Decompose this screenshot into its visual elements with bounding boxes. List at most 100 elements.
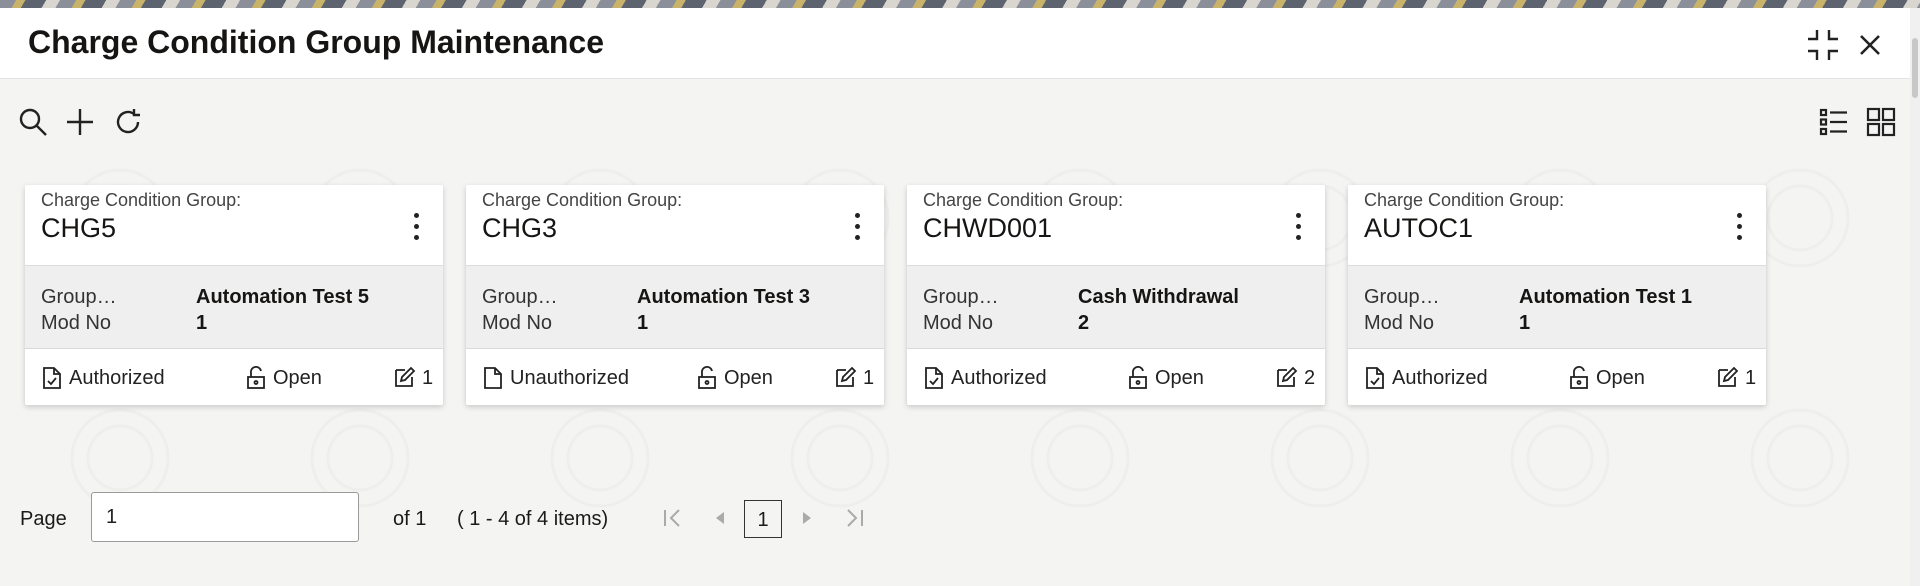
mod-count: 1 [392, 366, 433, 390]
card-header: Charge Condition Group: CHG5 [25, 185, 443, 266]
page-label: Page [20, 508, 67, 530]
next-page-icon[interactable] [793, 504, 821, 532]
page-total: of 1 [393, 508, 427, 530]
top-banner [0, 0, 1920, 8]
current-page-button[interactable]: 1 [744, 500, 782, 538]
mod-value: 2 [1078, 312, 1090, 334]
close-icon[interactable] [1853, 28, 1887, 62]
auth-status: Unauthorized [482, 366, 629, 390]
card-header: Charge Condition Group: CHG3 [466, 185, 884, 266]
auth-status-text: Authorized [69, 366, 165, 389]
mod-count: 1 [833, 366, 874, 390]
edit-icon [395, 366, 416, 387]
mod-count-text: 1 [863, 366, 875, 389]
mod-key: Mod No [41, 312, 112, 334]
auth-status-text: Unauthorized [510, 366, 629, 389]
card-details: Group… Automation Test 3 Mod No 1 [466, 266, 884, 349]
card-code: CHG5 [41, 213, 117, 243]
more-options-icon[interactable] [852, 213, 862, 243]
edit-icon [836, 366, 857, 387]
previous-page-icon[interactable] [706, 504, 734, 532]
document-icon [1366, 367, 1384, 389]
mod-value: 1 [1519, 312, 1531, 334]
group-value: Automation Test 5 [196, 286, 369, 308]
unlock-icon [698, 366, 716, 389]
mod-key: Mod No [1364, 312, 1435, 334]
list-view-icon[interactable] [1818, 106, 1850, 138]
auth-status: Authorized [41, 366, 165, 390]
record-status-text: Open [1155, 366, 1204, 389]
card-status-bar: Authorized Open 2 [907, 349, 1325, 405]
refresh-icon[interactable] [112, 106, 144, 138]
group-key: Group… [482, 286, 558, 308]
card-label: Charge Condition Group: [482, 190, 683, 210]
edit-icon [1718, 366, 1739, 387]
card-status-bar: Authorized Open 1 [25, 349, 443, 405]
unlock-icon [1129, 366, 1147, 389]
mod-key: Mod No [923, 312, 994, 334]
edit-icon [1277, 366, 1298, 387]
more-options-icon[interactable] [1293, 213, 1303, 243]
more-options-icon[interactable] [411, 213, 421, 243]
items-count: ( 1 - 4 of 4 items) [457, 508, 609, 530]
last-page-icon[interactable] [840, 504, 868, 532]
page-input[interactable] [91, 492, 359, 542]
mod-count-text: 1 [1745, 366, 1757, 389]
document-icon [925, 367, 943, 389]
mod-count: 2 [1274, 366, 1315, 390]
card-status-bar: Unauthorized Open 1 [466, 349, 884, 405]
record-status: Open [245, 366, 322, 390]
auth-status-text: Authorized [1392, 366, 1488, 389]
card-code: AUTOC1 [1364, 213, 1474, 243]
record-card[interactable]: Charge Condition Group: AUTOC1 Group… Au… [1348, 185, 1766, 405]
card-code: CHG3 [482, 213, 558, 243]
card-label: Charge Condition Group: [1364, 190, 1565, 210]
record-card[interactable]: Charge Condition Group: CHWD001 Group… C… [907, 185, 1325, 405]
mod-count-text: 1 [422, 366, 434, 389]
pagination: Page of 1 ( 1 - 4 of 4 items) 1 [0, 490, 1920, 550]
card-code: CHWD001 [923, 213, 1053, 243]
mod-value: 1 [637, 312, 649, 334]
record-status: Open [1127, 366, 1204, 390]
more-options-icon[interactable] [1734, 213, 1744, 243]
record-status-text: Open [1596, 366, 1645, 389]
card-details: Group… Automation Test 1 Mod No 1 [1348, 266, 1766, 349]
card-header: Charge Condition Group: CHWD001 [907, 185, 1325, 266]
group-key: Group… [1364, 286, 1440, 308]
add-icon[interactable] [64, 106, 96, 138]
record-card[interactable]: Charge Condition Group: CHG5 Group… Auto… [25, 185, 443, 405]
auth-status: Authorized [923, 366, 1047, 390]
search-icon[interactable] [17, 106, 49, 138]
card-status-bar: Authorized Open 1 [1348, 349, 1766, 405]
mod-count-text: 2 [1304, 366, 1316, 389]
group-value: Cash Withdrawal [1078, 286, 1239, 308]
scrollbar-thumb[interactable] [1912, 38, 1918, 98]
card-label: Charge Condition Group: [41, 190, 242, 210]
card-label: Charge Condition Group: [923, 190, 1124, 210]
record-card[interactable]: Charge Condition Group: CHG3 Group… Auto… [466, 185, 884, 405]
card-details: Group… Cash Withdrawal Mod No 2 [907, 266, 1325, 349]
mod-count: 1 [1715, 366, 1756, 390]
group-key: Group… [41, 286, 117, 308]
card-header: Charge Condition Group: AUTOC1 [1348, 185, 1766, 266]
mod-key: Mod No [482, 312, 553, 334]
first-page-icon[interactable] [659, 504, 687, 532]
card-details: Group… Automation Test 5 Mod No 1 [25, 266, 443, 349]
unlock-icon [1570, 366, 1588, 389]
window-header: Charge Condition Group Maintenance [0, 8, 1920, 79]
mod-value: 1 [196, 312, 208, 334]
record-status-text: Open [273, 366, 322, 389]
tile-view-icon[interactable] [1865, 106, 1897, 138]
document-icon [484, 367, 502, 389]
group-value: Automation Test 3 [637, 286, 810, 308]
unlock-icon [247, 366, 265, 389]
collapse-icon[interactable] [1806, 28, 1840, 62]
auth-status: Authorized [1364, 366, 1488, 390]
record-status: Open [1568, 366, 1645, 390]
record-status: Open [696, 366, 773, 390]
auth-status-text: Authorized [951, 366, 1047, 389]
group-value: Automation Test 1 [1519, 286, 1692, 308]
record-status-text: Open [724, 366, 773, 389]
page-title: Charge Condition Group Maintenance [28, 24, 605, 60]
document-icon [43, 367, 61, 389]
